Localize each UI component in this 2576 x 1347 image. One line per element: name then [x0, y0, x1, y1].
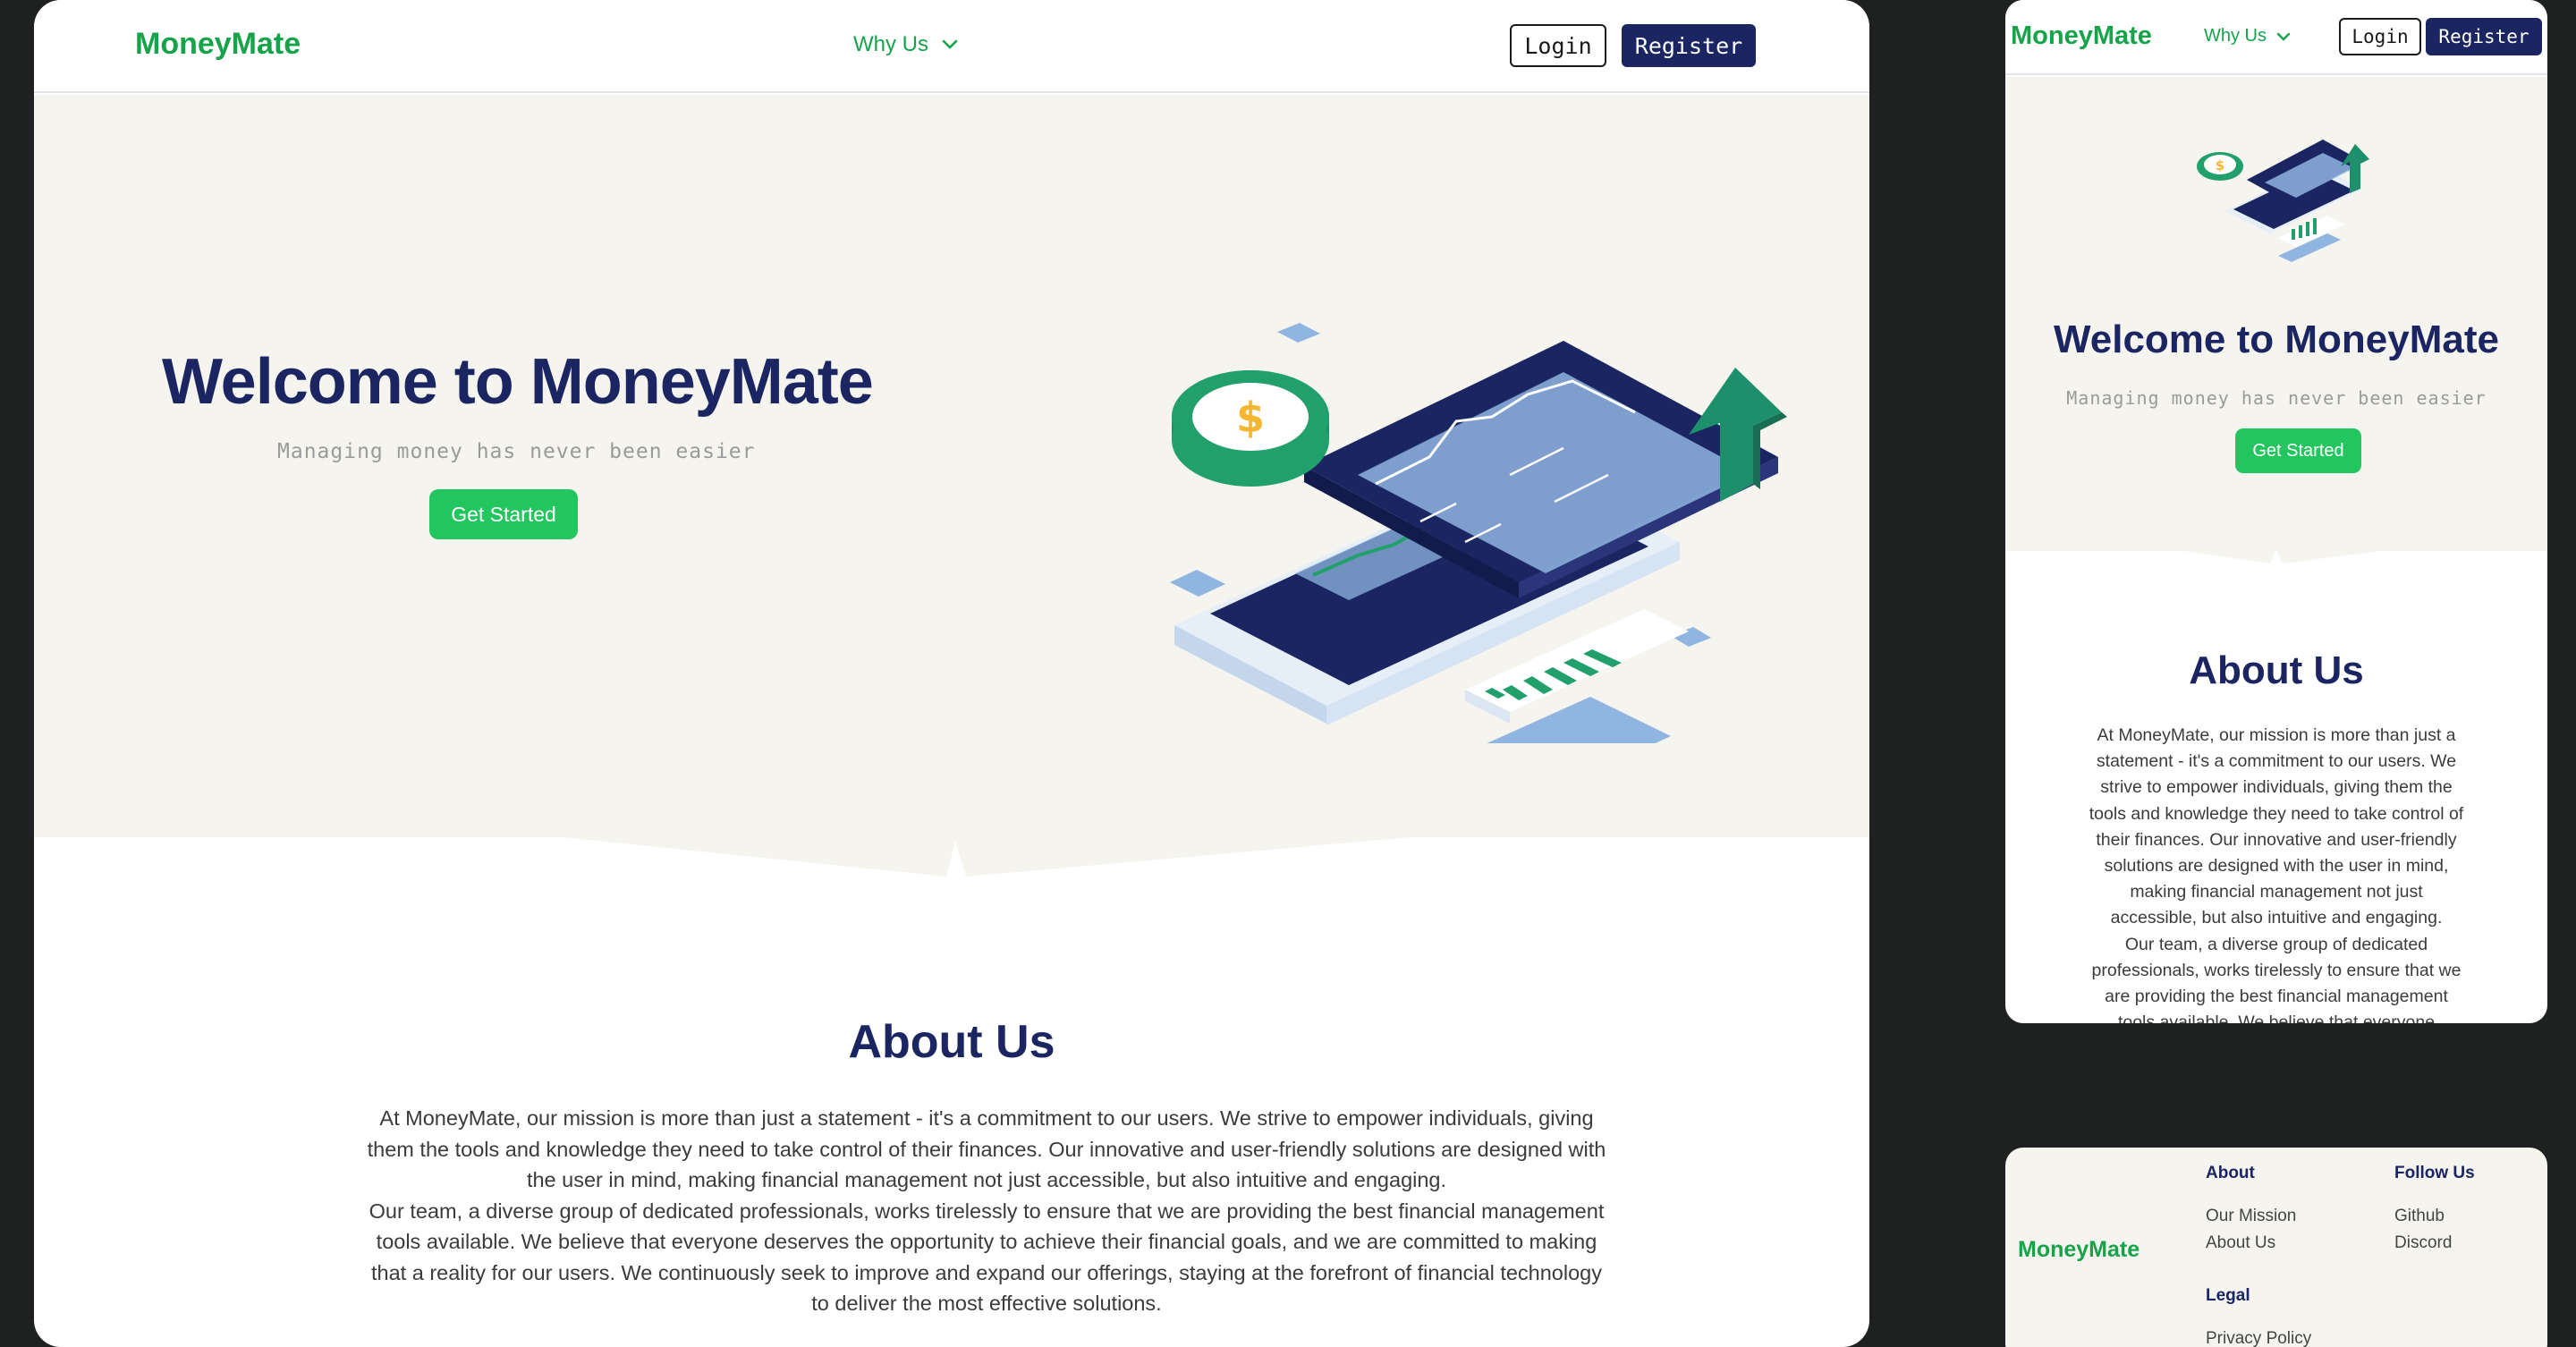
hero-subtitle: Managing money has never been easier	[277, 440, 756, 463]
brand-logo[interactable]: MoneyMate	[135, 27, 301, 62]
mobile-hero-subtitle: Managing money has never been easier	[2066, 387, 2487, 409]
hero-section: Welcome to MoneyMate Managing money has …	[34, 95, 1869, 837]
mobile-register-button[interactable]: Register	[2426, 18, 2542, 55]
footer-link-github[interactable]: Github	[2394, 1203, 2475, 1230]
mobile-finance-illustration: $	[2197, 140, 2369, 262]
finance-illustration: $	[1170, 323, 1787, 743]
about-title: About Us	[848, 1016, 1055, 1068]
about-paragraph-2: Our team, a diverse group of dedicated p…	[369, 1199, 1605, 1316]
mobile-get-started-button[interactable]: Get Started	[2235, 428, 2361, 473]
mobile-hero-title: Welcome to MoneyMate	[2054, 318, 2499, 361]
mobile-hero-divider	[2005, 544, 2547, 563]
desktop-viewport: MoneyMate Why Us Login Register Welcome …	[34, 0, 1869, 1347]
footer-col-legal: Legal Privacy Policy	[2206, 1286, 2311, 1347]
mobile-viewport: MoneyMate Why Us Login Register $ Welcom…	[2005, 0, 2547, 1023]
login-button[interactable]: Login	[1510, 24, 1606, 67]
mobile-brand-logo[interactable]: MoneyMate	[2011, 21, 2152, 51]
mobile-hero-section: $ Welcome to MoneyMate Managing money ha…	[2005, 77, 2547, 551]
footer-heading-legal: Legal	[2206, 1286, 2250, 1305]
about-text: At MoneyMate, our mission is more than j…	[360, 1103, 1613, 1319]
get-started-button[interactable]: Get Started	[429, 489, 578, 539]
mobile-why-us-label: Why Us	[2204, 26, 2267, 46]
mobile-about-paragraph-2: Our team, a diverse group of dedicated p…	[2091, 934, 2462, 1023]
mobile-login-button[interactable]: Login	[2339, 18, 2421, 55]
mobile-about-paragraph-1: At MoneyMate, our mission is more than j…	[2089, 725, 2464, 928]
footer-link-about-us[interactable]: About Us	[2206, 1230, 2296, 1257]
navbar: MoneyMate Why Us Login Register	[34, 0, 1869, 93]
chevron-down-icon	[2276, 32, 2291, 41]
mobile-about-text: At MoneyMate, our mission is more than j…	[2089, 723, 2464, 1023]
footer-col-about: About Our Mission About Us	[2206, 1164, 2296, 1257]
register-button[interactable]: Register	[1622, 24, 1756, 67]
footer-link-discord[interactable]: Discord	[2394, 1230, 2475, 1257]
svg-text:$: $	[1236, 394, 1265, 442]
mobile-navbar: MoneyMate Why Us Login Register	[2005, 0, 2547, 75]
why-us-label: Why Us	[853, 32, 928, 56]
mobile-why-us-dropdown[interactable]: Why Us	[2204, 26, 2292, 47]
why-us-dropdown[interactable]: Why Us	[853, 32, 959, 57]
footer-col-follow: Follow Us Github Discord	[2394, 1164, 2475, 1257]
footer-link-privacy-policy[interactable]: Privacy Policy	[2206, 1326, 2311, 1347]
footer-brand-logo[interactable]: MoneyMate	[2018, 1237, 2140, 1263]
hero-title: Welcome to MoneyMate	[162, 346, 874, 418]
chevron-down-icon	[942, 39, 958, 49]
mobile-about-title: About Us	[2189, 648, 2364, 692]
hero-divider	[34, 832, 1869, 877]
mobile-footer: MoneyMate About Our Mission About Us Fol…	[2005, 1148, 2547, 1347]
about-paragraph-1: At MoneyMate, our mission is more than j…	[367, 1106, 1606, 1191]
footer-heading-about: About	[2206, 1164, 2255, 1182]
footer-link-our-mission[interactable]: Our Mission	[2206, 1203, 2296, 1230]
svg-text:$: $	[2216, 157, 2224, 174]
footer-heading-follow: Follow Us	[2394, 1164, 2475, 1182]
